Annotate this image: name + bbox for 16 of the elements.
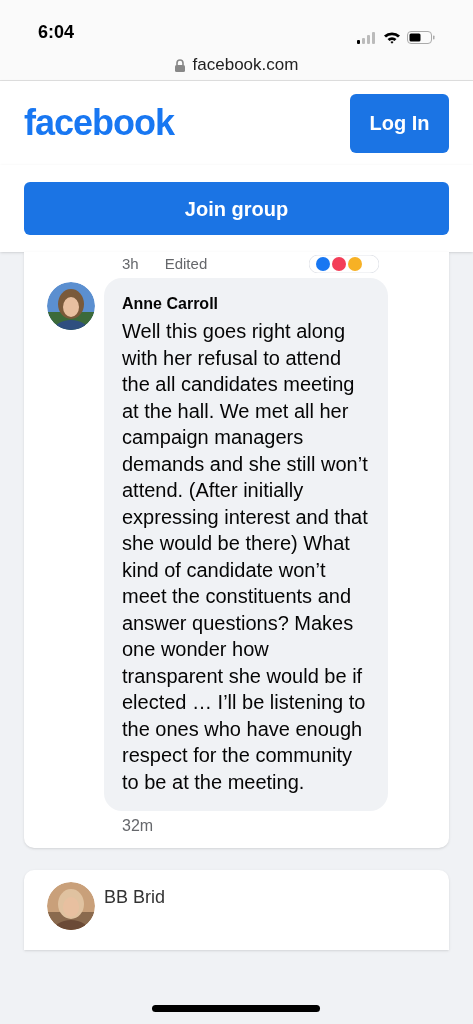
join-group-button[interactable]: Join group: [24, 182, 449, 235]
comment-time: 3h: [122, 253, 139, 274]
comment-author[interactable]: Anne Carroll: [122, 292, 370, 316]
facebook-logo[interactable]: facebook: [24, 96, 175, 150]
status-time: 6:04: [38, 21, 75, 44]
lock-icon: [174, 58, 185, 72]
comment-time: 32m: [122, 817, 154, 834]
battery-icon: [407, 31, 435, 44]
wifi-icon: [383, 31, 401, 44]
signal-icon: [357, 31, 377, 44]
edited-label: Edited: [164, 253, 208, 274]
comment-text: Well this goes right along with her refusal to attend the all candidates meeting at the hall. We met all her campaign managers demands and she still won’t attend. (After initially expressing interest and that she would be there) What kind of candidate won’t meet the constituents and answer questions? Makes one wonder how transparent she would be if elected … I’ll be listening to the ones who have enough respect for the community to be at the meeting.: [122, 319, 369, 795]
login-button[interactable]: Log In: [350, 93, 449, 153]
reactions-icon: [309, 255, 379, 273]
comment-author[interactable]: BB Brid: [104, 882, 166, 950]
url-text[interactable]: facebook.com: [192, 52, 299, 78]
